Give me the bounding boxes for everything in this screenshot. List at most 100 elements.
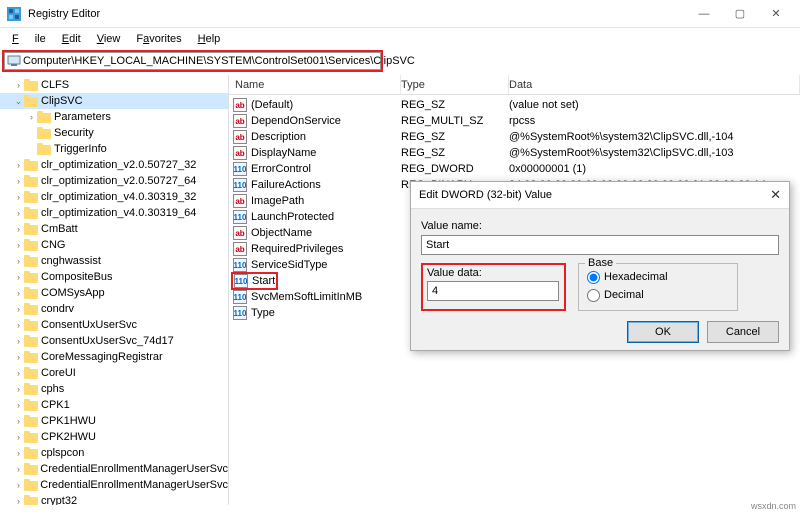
menu-favorites[interactable]: Favorites bbox=[128, 30, 189, 48]
tree-item-label: CoreMessagingRegistrar bbox=[41, 351, 163, 363]
title-bar: Registry Editor — ▢ ✕ bbox=[0, 0, 800, 28]
col-name[interactable]: Name bbox=[229, 75, 401, 94]
tree-item-label: CredentialEnrollmentManagerUserSvc bbox=[40, 479, 228, 491]
folder-icon bbox=[24, 463, 38, 475]
tree-item-label: crypt32 bbox=[41, 495, 77, 505]
value-name: Type bbox=[251, 307, 275, 319]
menu-view[interactable]: View bbox=[89, 30, 129, 48]
folder-icon bbox=[37, 127, 51, 139]
tree-item-label: COMSysApp bbox=[41, 287, 105, 299]
tree-pane[interactable]: ›CLFS⌄ClipSVC›ParametersSecurity TriggerI… bbox=[0, 75, 229, 505]
value-name-label: Value name: bbox=[421, 220, 779, 232]
value-name-input[interactable] bbox=[421, 235, 779, 255]
value-name: ErrorControl bbox=[251, 163, 311, 175]
cancel-button[interactable]: Cancel bbox=[707, 321, 779, 343]
tree-item[interactable]: ›condrv bbox=[0, 301, 228, 317]
value-data: rpcss bbox=[509, 115, 800, 127]
tree-item[interactable]: ›CLFS bbox=[0, 77, 228, 93]
regedit-icon bbox=[6, 6, 22, 22]
binary-icon: 110 bbox=[234, 274, 248, 288]
radio-hex-input[interactable] bbox=[587, 271, 600, 284]
radio-hex[interactable]: Hexadecimal bbox=[587, 268, 725, 286]
value-name: ObjectName bbox=[251, 227, 312, 239]
table-row[interactable]: 110ErrorControlREG_DWORD0x00000001 (1) bbox=[229, 161, 800, 177]
string-icon: ab bbox=[233, 130, 247, 144]
binary-icon: 110 bbox=[233, 290, 247, 304]
tree-item[interactable]: ›CmBatt bbox=[0, 221, 228, 237]
folder-icon bbox=[24, 447, 38, 459]
value-data: (value not set) bbox=[509, 99, 800, 111]
folder-icon bbox=[24, 255, 38, 267]
tree-item-label: cphs bbox=[41, 383, 64, 395]
address-bar[interactable]: Computer\HKEY_LOCAL_MACHINE\SYSTEM\Contr… bbox=[4, 52, 381, 70]
value-type: REG_SZ bbox=[401, 147, 509, 159]
tree-item[interactable]: TriggerInfo bbox=[0, 141, 228, 157]
binary-icon: 110 bbox=[233, 162, 247, 176]
list-header: Name Type Data bbox=[229, 75, 800, 95]
tree-item[interactable]: ›CoreUI bbox=[0, 365, 228, 381]
radio-dec[interactable]: Decimal bbox=[587, 286, 725, 304]
col-type[interactable]: Type bbox=[401, 75, 509, 94]
tree-item-label: CPK2HWU bbox=[41, 431, 96, 443]
tree-item[interactable]: ›crypt32 bbox=[0, 493, 228, 505]
folder-icon bbox=[37, 111, 51, 123]
computer-icon bbox=[7, 55, 21, 67]
tree-item[interactable]: ›cplspcon bbox=[0, 445, 228, 461]
menu-file[interactable]: File bbox=[4, 30, 54, 48]
menu-help[interactable]: Help bbox=[190, 30, 229, 48]
tree-item[interactable]: ›CPK2HWU bbox=[0, 429, 228, 445]
folder-icon bbox=[24, 159, 38, 171]
tree-item[interactable]: ›ConsentUxUserSvc bbox=[0, 317, 228, 333]
tree-item-label: TriggerInfo bbox=[54, 143, 107, 155]
base-label: Base bbox=[585, 257, 616, 269]
folder-icon bbox=[24, 415, 38, 427]
string-icon: ab bbox=[233, 98, 247, 112]
maximize-button[interactable]: ▢ bbox=[722, 3, 758, 25]
tree-item[interactable]: ›CoreMessagingRegistrar bbox=[0, 349, 228, 365]
tree-item[interactable]: ›clr_optimization_v4.0.30319_32 bbox=[0, 189, 228, 205]
menubar: File Edit View Favorites Help bbox=[0, 28, 800, 50]
binary-icon: 110 bbox=[233, 258, 247, 272]
folder-icon bbox=[24, 207, 38, 219]
dialog-close-icon[interactable]: ✕ bbox=[770, 187, 781, 203]
radio-dec-input[interactable] bbox=[587, 289, 600, 302]
folder-icon bbox=[24, 239, 38, 251]
folder-icon bbox=[24, 175, 38, 187]
tree-item[interactable]: ›cnghwassist bbox=[0, 253, 228, 269]
tree-item[interactable]: ›CNG bbox=[0, 237, 228, 253]
col-data[interactable]: Data bbox=[509, 75, 800, 94]
close-button[interactable]: ✕ bbox=[758, 3, 794, 25]
value-data-input[interactable] bbox=[427, 281, 559, 301]
tree-item[interactable]: ›CredentialEnrollmentManagerUserSvc bbox=[0, 477, 228, 493]
dialog-title-bar[interactable]: Edit DWORD (32-bit) Value ✕ bbox=[411, 182, 789, 209]
value-name: LaunchProtected bbox=[251, 211, 334, 223]
tree-item[interactable]: ›COMSysApp bbox=[0, 285, 228, 301]
table-row[interactable]: abDescriptionREG_SZ@%SystemRoot%\system3… bbox=[229, 129, 800, 145]
tree-item[interactable]: ›ConsentUxUserSvc_74d17 bbox=[0, 333, 228, 349]
tree-item-label: CoreUI bbox=[41, 367, 76, 379]
ok-button[interactable]: OK bbox=[627, 321, 699, 343]
tree-item[interactable]: ›clr_optimization_v4.0.30319_64 bbox=[0, 205, 228, 221]
tree-item[interactable]: ›CompositeBus bbox=[0, 269, 228, 285]
tree-item[interactable]: ⌄ClipSVC bbox=[0, 93, 228, 109]
tree-item-label: CompositeBus bbox=[41, 271, 113, 283]
folder-icon bbox=[24, 319, 38, 331]
tree-item[interactable]: ›Parameters bbox=[0, 109, 228, 125]
value-name: Description bbox=[251, 131, 306, 143]
minimize-button[interactable]: — bbox=[686, 3, 722, 25]
tree-item[interactable]: ›cphs bbox=[0, 381, 228, 397]
folder-icon bbox=[24, 383, 38, 395]
table-row[interactable]: abDependOnServiceREG_MULTI_SZrpcss bbox=[229, 113, 800, 129]
tree-item-label: CPK1HWU bbox=[41, 415, 96, 427]
tree-item[interactable]: ›clr_optimization_v2.0.50727_64 bbox=[0, 173, 228, 189]
folder-icon bbox=[24, 287, 38, 299]
table-row[interactable]: abDisplayNameREG_SZ@%SystemRoot%\system3… bbox=[229, 145, 800, 161]
table-row[interactable]: ab(Default)REG_SZ(value not set) bbox=[229, 97, 800, 113]
tree-item[interactable]: ›clr_optimization_v2.0.50727_32 bbox=[0, 157, 228, 173]
tree-item[interactable]: Security bbox=[0, 125, 228, 141]
tree-item[interactable]: ›CPK1HWU bbox=[0, 413, 228, 429]
menu-edit[interactable]: Edit bbox=[54, 30, 89, 48]
folder-icon bbox=[24, 399, 38, 411]
tree-item[interactable]: ›CredentialEnrollmentManagerUserSvc bbox=[0, 461, 228, 477]
tree-item[interactable]: ›CPK1 bbox=[0, 397, 228, 413]
